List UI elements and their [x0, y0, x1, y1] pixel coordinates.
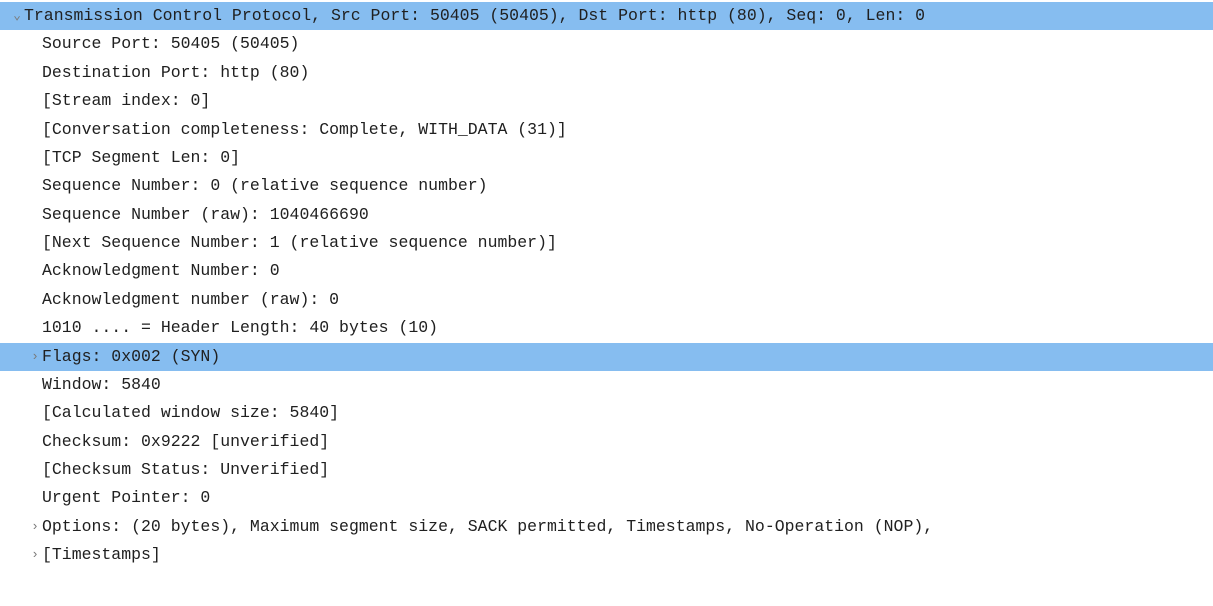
header-length-text: 1010 .... = Header Length: 40 bytes (10) — [42, 314, 438, 342]
conversation-completeness-text: [Conversation completeness: Complete, WI… — [42, 116, 567, 144]
conversation-completeness-row[interactable]: [Conversation completeness: Complete, WI… — [0, 116, 1213, 144]
chevron-down-icon[interactable]: ⌄ — [10, 5, 24, 27]
tcp-header-row[interactable]: ⌄ Transmission Control Protocol, Src Por… — [0, 2, 1213, 30]
checksum-status-text: [Checksum Status: Unverified] — [42, 456, 329, 484]
src-port-text: Source Port: 50405 (50405) — [42, 30, 299, 58]
checksum-status-row[interactable]: [Checksum Status: Unverified] — [0, 456, 1213, 484]
chevron-right-icon[interactable]: › — [28, 544, 42, 566]
ack-num-text: Acknowledgment Number: 0 — [42, 257, 280, 285]
dst-port-text: Destination Port: http (80) — [42, 59, 309, 87]
timestamps-text: [Timestamps] — [42, 541, 161, 569]
tcp-segment-len-row[interactable]: [TCP Segment Len: 0] — [0, 144, 1213, 172]
checksum-text: Checksum: 0x9222 [unverified] — [42, 428, 329, 456]
calc-window-row[interactable]: [Calculated window size: 5840] — [0, 399, 1213, 427]
timestamps-row[interactable]: › [Timestamps] — [0, 541, 1213, 569]
chevron-right-icon[interactable]: › — [28, 516, 42, 538]
ack-num-raw-row[interactable]: Acknowledgment number (raw): 0 — [0, 286, 1213, 314]
flags-row[interactable]: › Flags: 0x002 (SYN) — [0, 343, 1213, 371]
src-port-row[interactable]: Source Port: 50405 (50405) — [0, 30, 1213, 58]
calc-window-text: [Calculated window size: 5840] — [42, 399, 339, 427]
urgent-pointer-text: Urgent Pointer: 0 — [42, 484, 210, 512]
options-text: Options: (20 bytes), Maximum segment siz… — [42, 513, 933, 541]
seq-num-raw-row[interactable]: Sequence Number (raw): 1040466690 — [0, 201, 1213, 229]
stream-index-text: [Stream index: 0] — [42, 87, 210, 115]
stream-index-row[interactable]: [Stream index: 0] — [0, 87, 1213, 115]
checksum-row[interactable]: Checksum: 0x9222 [unverified] — [0, 428, 1213, 456]
ack-num-row[interactable]: Acknowledgment Number: 0 — [0, 257, 1213, 285]
tcp-header-text: Transmission Control Protocol, Src Port:… — [24, 2, 925, 30]
seq-num-raw-text: Sequence Number (raw): 1040466690 — [42, 201, 369, 229]
window-text: Window: 5840 — [42, 371, 161, 399]
options-row[interactable]: › Options: (20 bytes), Maximum segment s… — [0, 513, 1213, 541]
seq-num-text: Sequence Number: 0 (relative sequence nu… — [42, 172, 488, 200]
flags-text: Flags: 0x002 (SYN) — [42, 343, 220, 371]
chevron-right-icon[interactable]: › — [28, 346, 42, 368]
ack-num-raw-text: Acknowledgment number (raw): 0 — [42, 286, 339, 314]
seq-num-row[interactable]: Sequence Number: 0 (relative sequence nu… — [0, 172, 1213, 200]
urgent-pointer-row[interactable]: Urgent Pointer: 0 — [0, 484, 1213, 512]
window-row[interactable]: Window: 5840 — [0, 371, 1213, 399]
next-seq-num-row[interactable]: [Next Sequence Number: 1 (relative seque… — [0, 229, 1213, 257]
next-seq-num-text: [Next Sequence Number: 1 (relative seque… — [42, 229, 557, 257]
dst-port-row[interactable]: Destination Port: http (80) — [0, 59, 1213, 87]
packet-details-tree: ⌄ Transmission Control Protocol, Src Por… — [0, 0, 1213, 570]
header-length-row[interactable]: 1010 .... = Header Length: 40 bytes (10) — [0, 314, 1213, 342]
tcp-segment-len-text: [TCP Segment Len: 0] — [42, 144, 240, 172]
